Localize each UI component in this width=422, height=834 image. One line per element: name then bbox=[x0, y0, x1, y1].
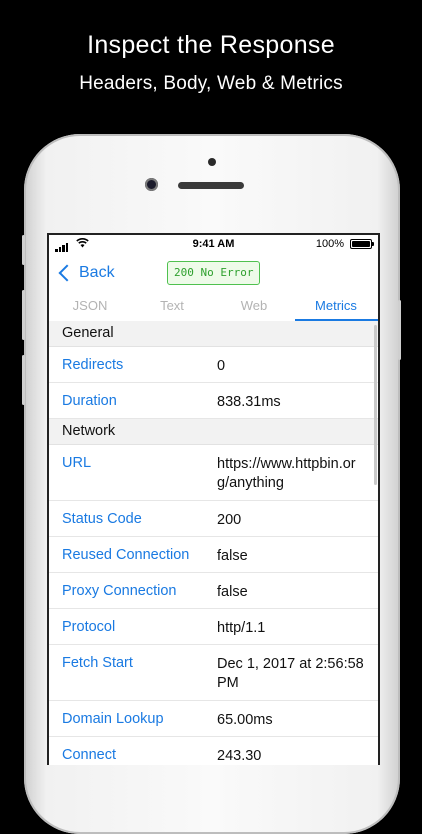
volume-up-button bbox=[22, 290, 25, 340]
power-button bbox=[398, 300, 401, 360]
section-header-network: Network bbox=[49, 419, 378, 445]
table-row[interactable]: Reused Connection false bbox=[49, 537, 378, 573]
row-value: http/1.1 bbox=[217, 620, 266, 636]
table-row[interactable]: Status Code 200 bbox=[49, 501, 378, 537]
row-key: Duration bbox=[62, 393, 117, 409]
row-value: https://www.httpbin.org/anything bbox=[217, 456, 356, 491]
proximity-sensor bbox=[208, 158, 216, 166]
navigation-bar: Back 200 No Error bbox=[49, 255, 378, 291]
row-key: Connect bbox=[62, 747, 117, 763]
row-key: Protocol bbox=[62, 619, 116, 635]
row-key: Status Code bbox=[62, 511, 142, 527]
section-header-general: General bbox=[49, 321, 378, 347]
table-row[interactable]: Proxy Connection false bbox=[49, 573, 378, 609]
row-key: URL bbox=[62, 455, 92, 471]
tab-web[interactable]: Web bbox=[213, 298, 295, 313]
mute-switch bbox=[22, 235, 25, 265]
metrics-list: General Redirects 0 Duration 838.31ms Ne… bbox=[49, 321, 378, 765]
table-row[interactable]: Duration 838.31ms bbox=[49, 383, 378, 419]
row-value: 200 bbox=[217, 512, 242, 528]
table-row[interactable]: URL https://www.httpbin.org/anything bbox=[49, 445, 378, 501]
back-button[interactable]: Back bbox=[57, 264, 115, 282]
back-label: Back bbox=[79, 264, 115, 281]
table-row[interactable]: Connect 243.30 bbox=[49, 737, 378, 765]
status-bar: 9:41 AM 100% bbox=[49, 235, 378, 255]
row-key: Proxy Connection bbox=[62, 583, 177, 599]
row-value: 838.31ms bbox=[217, 394, 281, 410]
row-key: Reused Connection bbox=[62, 547, 190, 563]
row-key: Fetch Start bbox=[62, 655, 133, 671]
battery-percent: 100% bbox=[315, 238, 344, 250]
row-key: Redirects bbox=[62, 357, 124, 373]
row-key: Domain Lookup bbox=[62, 711, 164, 727]
tab-metrics[interactable]: Metrics bbox=[295, 298, 377, 313]
table-row[interactable]: Fetch Start Dec 1, 2017 at 2:56:58 PM bbox=[49, 645, 378, 701]
row-value: Dec 1, 2017 at 2:56:58 PM bbox=[217, 656, 364, 691]
battery-icon bbox=[350, 239, 374, 249]
earpiece-speaker bbox=[178, 182, 244, 189]
table-row[interactable]: Protocol http/1.1 bbox=[49, 609, 378, 645]
promo-title: Inspect the Response bbox=[87, 31, 335, 59]
status-badge: 200 No Error bbox=[167, 261, 261, 285]
phone-screen: 9:41 AM 100% Back 200 No Error JSON Text… bbox=[47, 233, 380, 765]
tab-text[interactable]: Text bbox=[131, 298, 213, 313]
table-row[interactable]: Domain Lookup 65.00ms bbox=[49, 701, 378, 737]
row-value: 65.00ms bbox=[217, 712, 273, 728]
tab-json[interactable]: JSON bbox=[49, 298, 131, 313]
front-camera-icon bbox=[145, 178, 158, 191]
promo-subtitle: Headers, Body, Web & Metrics bbox=[79, 73, 343, 94]
chevron-left-icon bbox=[58, 264, 76, 282]
table-row[interactable]: Redirects 0 bbox=[49, 347, 378, 383]
volume-down-button bbox=[22, 355, 25, 405]
row-value: 0 bbox=[217, 358, 226, 374]
scrollbar[interactable] bbox=[374, 325, 377, 485]
row-value: false bbox=[217, 584, 248, 600]
row-value: false bbox=[217, 548, 248, 564]
response-tabs: JSON Text Web Metrics bbox=[49, 293, 378, 322]
